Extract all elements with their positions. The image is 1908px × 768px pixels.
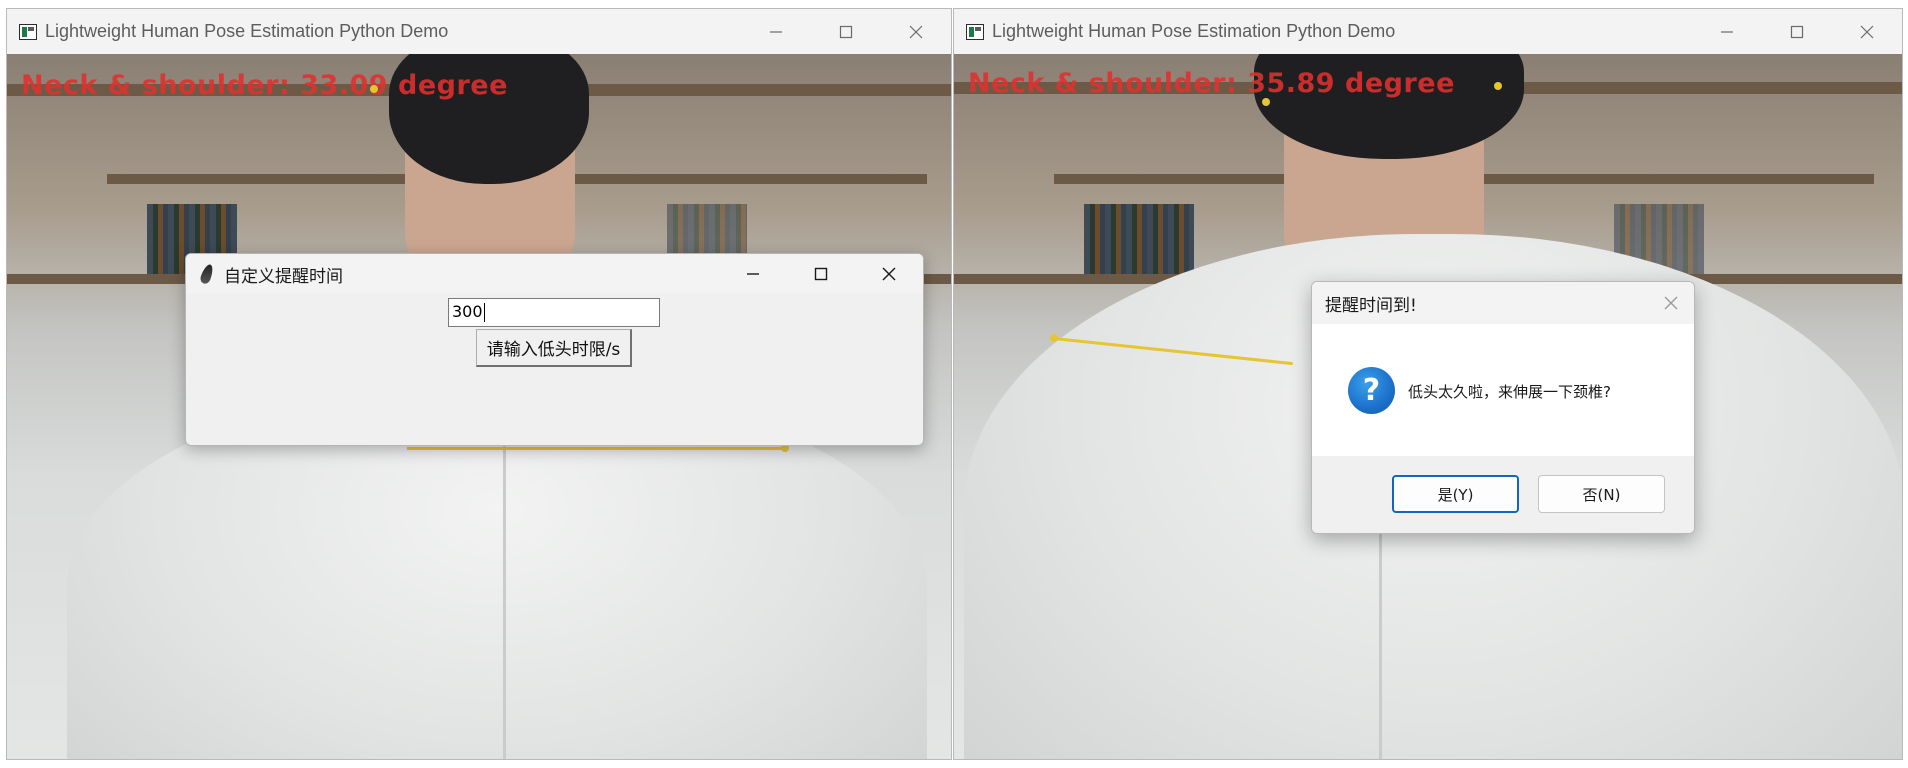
neck-keypoint (370, 85, 378, 93)
window-title: Lightweight Human Pose Estimation Python… (45, 21, 449, 41)
message-box-close-button[interactable] (1660, 292, 1682, 314)
window-titlebar[interactable]: Lightweight Human Pose Estimation Python… (954, 9, 1902, 54)
angle-overlay-text: Neck & shoulder: 35.89 degree (968, 68, 1455, 99)
maximize-icon (1790, 25, 1804, 38)
close-button[interactable] (1832, 9, 1902, 54)
maximize-button[interactable] (811, 9, 881, 54)
neck-keypoint (1262, 98, 1270, 106)
maximize-icon (814, 267, 828, 281)
message-box-text: 低头太久啦，来伸展一下颈椎? (1408, 383, 1611, 401)
yes-button[interactable]: 是(Y) (1392, 475, 1519, 513)
text-caret (483, 303, 485, 322)
shoulder-line (407, 447, 787, 450)
minimize-button[interactable] (741, 9, 811, 54)
minimize-icon (747, 273, 759, 275)
no-button[interactable]: 否(N) (1538, 475, 1665, 513)
custom-reminder-dialog: 自定义提醒时间 300 请输入低头时限/s (185, 253, 924, 446)
close-icon (909, 25, 923, 38)
head-keypoint (1494, 82, 1502, 90)
feather-icon (198, 262, 216, 286)
hoodie-zipper (503, 424, 506, 759)
minimize-icon (1721, 30, 1733, 33)
dialog-title: 自定义提醒时间 (224, 266, 343, 287)
books (1084, 204, 1194, 274)
message-box-title: 提醒时间到! (1325, 295, 1417, 316)
maximize-icon (839, 25, 853, 38)
maximize-button[interactable] (787, 254, 855, 294)
question-icon: ? (1348, 367, 1395, 414)
app-icon (19, 23, 37, 40)
message-box-body: ? 低头太久啦，来伸展一下颈椎? (1312, 324, 1694, 436)
message-box-footer: 是(Y) 否(N) (1312, 456, 1694, 533)
window-controls (741, 9, 951, 54)
dialog-titlebar[interactable]: 自定义提醒时间 (186, 254, 923, 294)
time-limit-input[interactable]: 300 (448, 298, 660, 327)
close-icon (1860, 25, 1874, 38)
close-icon (1664, 296, 1678, 310)
close-button[interactable] (855, 254, 923, 294)
window-controls (1692, 9, 1902, 54)
app-icon (966, 23, 984, 40)
close-icon (882, 267, 896, 281)
set-time-limit-button[interactable]: 请输入低头时限/s (476, 329, 632, 367)
angle-overlay-text: Neck & shoulder: 33.09 degree (21, 70, 508, 101)
minimize-icon (770, 30, 782, 33)
window-titlebar[interactable]: Lightweight Human Pose Estimation Python… (7, 9, 951, 54)
maximize-button[interactable] (1762, 9, 1832, 54)
close-button[interactable] (881, 9, 951, 54)
message-box-titlebar[interactable]: 提醒时间到! (1312, 282, 1694, 324)
minimize-button[interactable] (719, 254, 787, 294)
time-limit-value: 300 (452, 302, 483, 321)
shoulder-keypoint (1050, 334, 1058, 342)
reminder-message-box: 提醒时间到! ? 低头太久啦，来伸展一下颈椎? 是(Y) 否(N) (1311, 281, 1695, 534)
window-title: Lightweight Human Pose Estimation Python… (992, 21, 1396, 41)
dialog-controls (719, 254, 923, 294)
minimize-button[interactable] (1692, 9, 1762, 54)
